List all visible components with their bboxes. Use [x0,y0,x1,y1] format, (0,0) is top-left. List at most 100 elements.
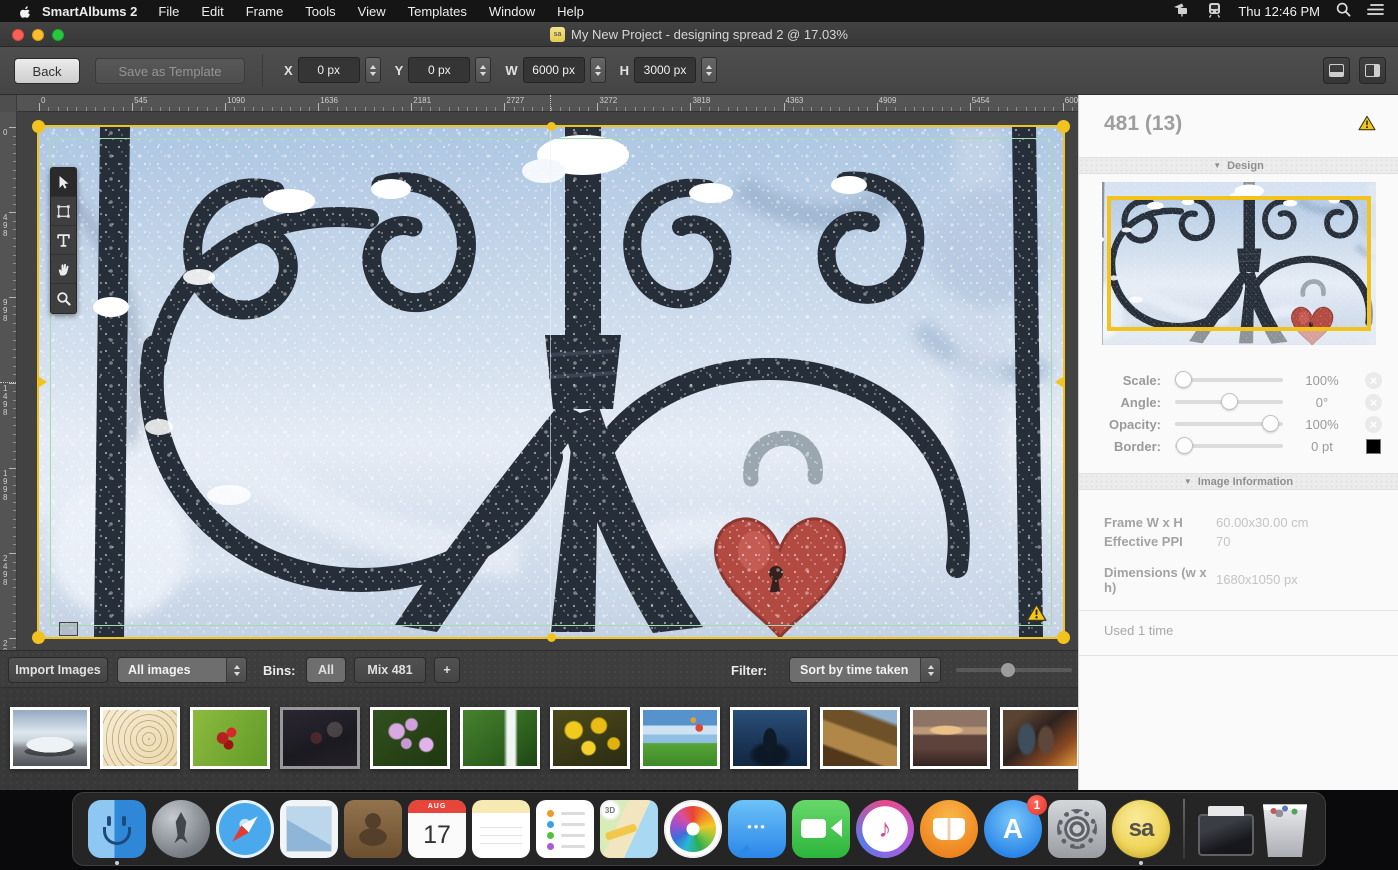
menu-item-window[interactable]: Window [478,4,546,19]
dock-mail-icon[interactable] [280,800,338,858]
thumbnail-size-slider[interactable] [956,668,1072,672]
menu-app-name[interactable]: SmartAlbums 2 [42,4,137,19]
notification-center-icon[interactable] [1367,3,1384,19]
bin-mix-481-button[interactable]: Mix 481 [354,657,426,683]
dock-system-preferences-icon[interactable] [1048,800,1106,858]
field-value-x[interactable]: 0 px [298,57,360,83]
border-color-swatch[interactable] [1366,439,1381,454]
save-as-template-button[interactable]: Save as Template [95,58,245,84]
dock-launchpad-icon[interactable] [152,800,210,858]
back-button[interactable]: Back [14,58,80,84]
slider-knob-opacity[interactable] [1262,415,1279,432]
menu-item-templates[interactable]: Templates [397,4,478,19]
text-tool[interactable] [51,226,76,255]
slider-knob-border[interactable] [1176,437,1193,454]
dock-smartalbums-icon[interactable]: sa [1112,800,1170,858]
stepper-up-icon[interactable] [706,65,712,69]
stepper-control[interactable] [365,57,381,83]
thumbnail-yellow-flowers[interactable] [550,707,630,769]
field-value-h[interactable]: 3000 px [634,57,696,83]
selection-handle-mid-left[interactable] [38,376,47,388]
bin-all-button[interactable]: All [306,657,346,683]
apple-menu-icon[interactable] [18,3,32,19]
slider-knob-scale[interactable] [1175,371,1192,388]
stepper-control[interactable] [475,57,491,83]
spotlight-search-icon[interactable] [1336,2,1351,20]
thumbnail-size-knob[interactable] [1001,663,1015,677]
hand-tool[interactable] [51,255,76,284]
dock-safari-icon[interactable] [216,800,274,858]
camera-status-icon[interactable] [1173,2,1191,20]
slider-knob-angle[interactable] [1221,393,1238,410]
selection-handle-top-right[interactable] [1057,120,1070,133]
image-information-section-header[interactable]: ▼ Image Information [1079,473,1398,490]
menu-item-edit[interactable]: Edit [190,4,234,19]
thumbnail-sunset-coast[interactable] [910,707,990,769]
stepper-control[interactable] [590,57,606,83]
thumbnail-white-car[interactable] [10,707,90,769]
zoom-window-button[interactable] [52,29,64,41]
thumbnail-certificate[interactable] [100,707,180,769]
selection-handle-bottom-center[interactable] [547,633,556,642]
dock-facetime-icon[interactable] [792,800,850,858]
slider-track-scale[interactable] [1175,378,1283,382]
slider-track-angle[interactable] [1175,400,1283,404]
dock-notes-icon[interactable] [472,800,530,858]
stepper-down-icon[interactable] [370,72,376,76]
thumbnail-waterfall[interactable] [460,707,540,769]
thumbnail-game-characters[interactable] [1000,707,1078,769]
selection-handle-bottom-right[interactable] [1057,631,1070,644]
design-section-header[interactable]: ▼ Design [1079,157,1398,174]
menu-clock[interactable]: Thu 12:46 PM [1238,4,1320,19]
menu-item-help[interactable]: Help [546,4,595,19]
dock-messages-icon[interactable]: ••• [728,800,786,858]
menu-item-view[interactable]: View [347,4,397,19]
select-tool[interactable] [51,168,76,197]
menu-item-file[interactable]: File [147,4,190,19]
toggle-side-panel-button[interactable] [1359,57,1386,84]
reset-angle-button[interactable] [1365,394,1382,411]
thumbnail-lilac-flowers[interactable] [370,707,450,769]
stepper-down-icon[interactable] [480,72,486,76]
dock-app-store-icon[interactable]: A1 [984,800,1042,858]
low-resolution-warning-icon[interactable] [1026,603,1047,627]
field-value-w[interactable]: 6000 px [523,57,585,83]
stepper-control[interactable] [701,57,717,83]
reset-scale-button[interactable] [1365,372,1382,389]
library-select[interactable]: All images [117,657,247,683]
stepper-up-icon[interactable] [480,65,486,69]
selection-handle-bottom-left[interactable] [32,631,45,644]
stepper-up-icon[interactable] [370,65,376,69]
dock-ibooks-icon[interactable] [920,800,978,858]
toggle-filmstrip-panel-button[interactable] [1323,57,1350,84]
menu-item-tools[interactable]: Tools [294,4,346,19]
add-bin-button[interactable]: + [434,657,460,683]
thumbnail-balloon-landscape[interactable] [640,707,720,769]
thumbnail-desert-ruins[interactable] [820,707,900,769]
stepper-down-icon[interactable] [706,72,712,76]
selection-handle-mid-right[interactable] [1055,376,1064,388]
sort-select[interactable]: Sort by time taken [789,657,941,683]
menu-item-frame[interactable]: Frame [235,4,295,19]
frame-tool[interactable] [51,197,76,226]
zoom-tool[interactable] [51,284,76,313]
dock-calendar-icon[interactable]: AUG17 [408,800,466,858]
design-canvas[interactable] [17,112,1078,650]
design-preview[interactable] [1102,182,1376,345]
close-window-button[interactable] [12,29,24,41]
dock-reminders-icon[interactable] [536,800,594,858]
crop-rectangle[interactable] [1107,196,1371,331]
selection-handle-top-left[interactable] [32,120,45,133]
field-value-y[interactable]: 0 px [408,57,470,83]
dock-contacts-icon[interactable] [344,800,402,858]
dock-maps-icon[interactable]: 3D [600,800,658,858]
stepper-down-icon[interactable] [595,72,601,76]
dock-downloads-icon[interactable] [1198,814,1254,856]
dock-photos-icon[interactable] [664,800,722,858]
dock-itunes-icon[interactable]: ♪ [856,800,914,858]
import-images-button[interactable]: Import Images [8,657,108,683]
dock-finder-icon[interactable] [88,800,146,858]
reset-opacity-button[interactable] [1365,416,1382,433]
thumbnail-snow-gunslinger[interactable] [730,707,810,769]
dock-trash-icon[interactable] [1260,801,1310,857]
